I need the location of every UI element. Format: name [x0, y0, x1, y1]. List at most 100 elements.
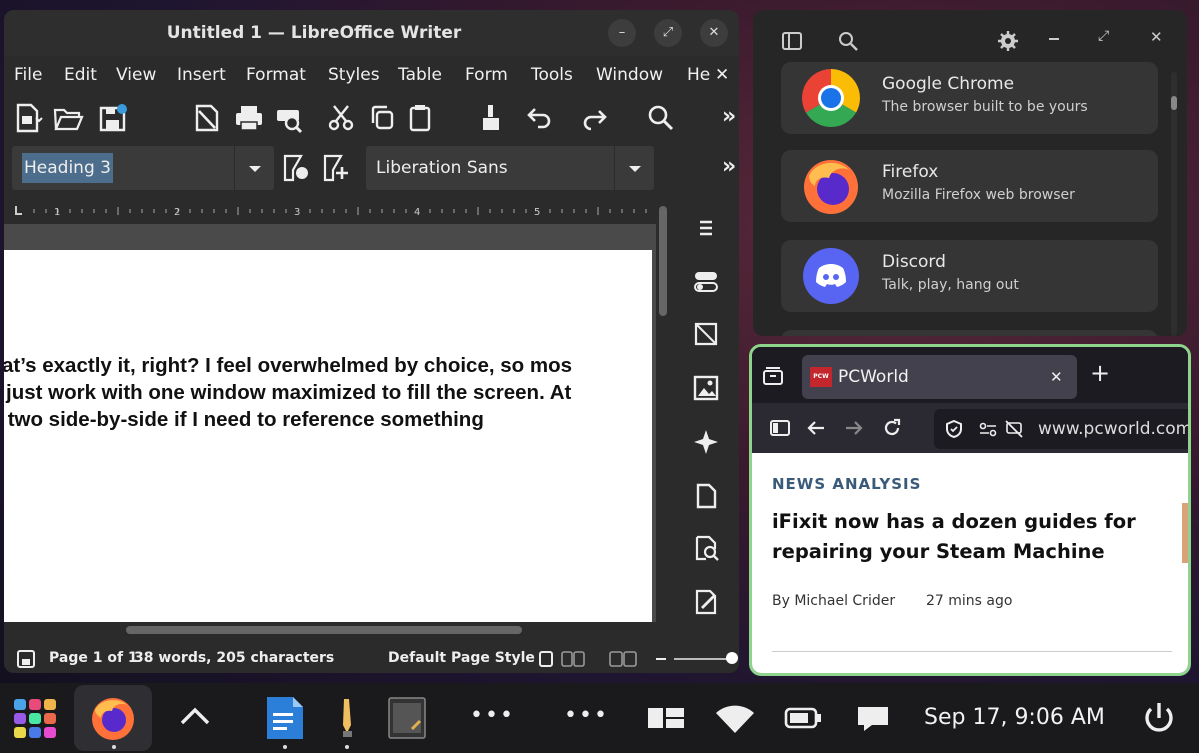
document-line[interactable]: two side-by-side if I need to reference … — [4, 406, 662, 433]
hamburger-menu-icon[interactable] — [692, 214, 720, 242]
power-icon[interactable] — [1136, 695, 1182, 741]
tab-overview-icon[interactable] — [762, 365, 784, 387]
maximize-button[interactable]: ⤢ — [654, 19, 682, 47]
font-name-combo[interactable]: Liberation Sans — [366, 146, 654, 190]
battery-icon[interactable] — [780, 695, 826, 741]
scrollbar-thumb[interactable] — [1171, 96, 1177, 110]
manage-changes-icon[interactable] — [692, 588, 720, 616]
title-bar[interactable]: Untitled 1 — LibreOffice Writer – ⤢ ✕ — [4, 10, 739, 56]
gallery-icon[interactable] — [692, 374, 720, 402]
horizontal-scrollbar[interactable] — [4, 622, 656, 638]
new-document-icon[interactable] — [12, 101, 46, 135]
menu-window[interactable]: Window — [596, 60, 663, 90]
word-count[interactable]: 38 words, 205 characters — [134, 644, 334, 673]
menu-table[interactable]: Table — [398, 60, 442, 90]
close-button[interactable]: ✕ — [1150, 28, 1163, 46]
zoom-slider[interactable] — [674, 658, 734, 660]
save-icon[interactable] — [96, 101, 130, 135]
sidebar-toggle-icon[interactable] — [781, 30, 803, 52]
window-tiling-icon[interactable] — [644, 695, 690, 741]
article-headline[interactable]: iFixit now has a dozen guides for repair… — [772, 507, 1136, 567]
menu-tools[interactable]: Tools — [531, 60, 573, 90]
wifi-icon[interactable] — [712, 695, 758, 741]
page-style[interactable]: Default Page Style — [388, 644, 535, 673]
forward-arrow-icon[interactable] — [844, 418, 864, 438]
app-item-chrome[interactable]: Google Chrome The browser built to be yo… — [781, 62, 1158, 134]
notifications-icon[interactable] — [850, 695, 896, 741]
menu-form[interactable]: Form — [465, 60, 508, 90]
firefox-icon[interactable] — [90, 695, 136, 741]
undo-icon[interactable] — [522, 101, 556, 135]
zoom-out-icon[interactable] — [656, 658, 666, 660]
navigator-icon[interactable] — [692, 428, 720, 456]
update-style-icon[interactable] — [280, 151, 314, 185]
document-area[interactable]: at’s exactly it, right? I feel overwhelm… — [4, 224, 656, 622]
url-text[interactable]: www.pcworld.com — [1038, 409, 1188, 449]
paragraph-style-combo[interactable]: Heading 3 — [12, 146, 274, 190]
copy-icon[interactable] — [366, 101, 400, 135]
app-item-partial[interactable] — [781, 330, 1158, 336]
close-button[interactable]: ✕ — [700, 19, 728, 47]
reload-icon[interactable] — [882, 418, 902, 438]
cut-icon[interactable] — [324, 101, 358, 135]
document-line[interactable]: just work with one window maximized to f… — [4, 379, 662, 406]
app-menu-icon[interactable] — [12, 695, 58, 741]
chevron-up-icon[interactable] — [172, 695, 218, 741]
print-preview-icon[interactable] — [272, 101, 306, 135]
open-folder-icon[interactable] — [52, 101, 86, 135]
redo-icon[interactable] — [578, 101, 612, 135]
overflow-dots-icon[interactable]: ••• — [470, 703, 515, 728]
document-line[interactable]: at’s exactly it, right? I feel overwhelm… — [4, 352, 662, 379]
scrollbar-thumb[interactable] — [126, 626, 522, 634]
headline-line[interactable]: repairing your Steam Machine — [772, 537, 1136, 567]
inkscape-pen-icon[interactable] — [324, 695, 370, 741]
new-tab-button[interactable]: + — [1090, 359, 1110, 387]
permissions-icon[interactable] — [978, 419, 998, 439]
minimize-button[interactable] — [1049, 38, 1059, 40]
menu-close-document[interactable]: ✕ — [715, 60, 729, 90]
gear-icon[interactable] — [997, 30, 1019, 52]
back-arrow-icon[interactable] — [806, 418, 826, 438]
horizontal-ruler[interactable]: 1 2 3 4 5 — [4, 198, 656, 224]
article-kicker[interactable]: NEWS ANALYSIS — [772, 475, 921, 493]
menu-edit[interactable]: Edit — [64, 60, 97, 90]
launcher-scrollbar[interactable] — [1171, 72, 1177, 336]
page-count[interactable]: Page 1 of 1 — [49, 644, 138, 673]
clone-formatting-icon[interactable] — [474, 101, 508, 135]
libreoffice-writer-icon[interactable] — [262, 695, 308, 741]
search-icon[interactable] — [837, 30, 859, 52]
properties-toggle-icon[interactable] — [692, 268, 720, 296]
minimize-button[interactable]: – — [608, 19, 636, 47]
menu-view[interactable]: View — [116, 60, 156, 90]
page-content[interactable]: NEWS ANALYSIS iFixit now has a dozen gui… — [752, 453, 1188, 673]
clock[interactable]: Sep 17, 9:06 AM — [924, 683, 1105, 753]
formatting-overflow-button[interactable]: » — [722, 154, 736, 179]
close-tab-icon[interactable]: ✕ — [1050, 355, 1063, 399]
menu-insert[interactable]: Insert — [177, 60, 226, 90]
find-replace-icon[interactable] — [644, 101, 678, 135]
screenshot-app-icon[interactable] — [384, 695, 430, 741]
new-style-icon[interactable] — [320, 151, 354, 185]
toolbar-overflow-button[interactable]: » — [722, 104, 736, 129]
overflow-dots-icon[interactable]: ••• — [564, 703, 609, 728]
shield-icon[interactable] — [944, 419, 964, 439]
app-item-discord[interactable]: Discord Talk, play, hang out — [781, 240, 1158, 312]
menu-help[interactable]: He — [687, 60, 710, 90]
headline-line[interactable]: iFixit now has a dozen guides for — [772, 507, 1136, 537]
document-modified-icon[interactable] — [16, 649, 36, 669]
view-layout-icons[interactable] — [538, 650, 642, 668]
export-pdf-icon[interactable] — [190, 101, 224, 135]
app-item-firefox[interactable]: Firefox Mozilla Firefox web browser — [781, 150, 1158, 222]
zoom-slider-handle[interactable] — [726, 652, 738, 664]
chevron-down-icon[interactable] — [614, 146, 655, 190]
notifications-blocked-icon[interactable] — [1004, 419, 1024, 439]
maximize-button[interactable]: ⤢ — [1098, 28, 1109, 44]
menu-format[interactable]: Format — [246, 60, 306, 90]
scrollbar-thumb[interactable] — [659, 206, 667, 316]
article-author[interactable]: By Michael Crider — [772, 593, 895, 609]
document-page[interactable]: at’s exactly it, right? I feel overwhelm… — [4, 250, 652, 622]
menu-styles[interactable]: Styles — [328, 60, 380, 90]
print-icon[interactable] — [232, 101, 266, 135]
document-text[interactable]: at’s exactly it, right? I feel overwhelm… — [4, 352, 662, 433]
vertical-scrollbar[interactable] — [657, 196, 671, 626]
